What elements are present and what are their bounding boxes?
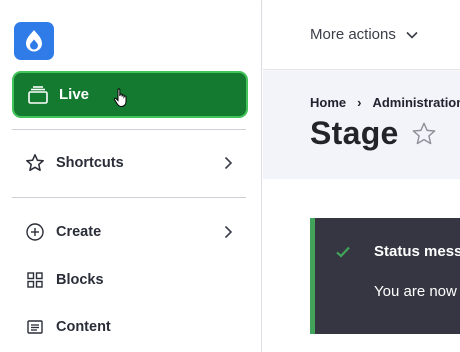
status-message-body: You are now viewing Stage bbox=[374, 283, 460, 300]
sidebar-divider bbox=[12, 129, 246, 130]
status-message: Status message You are now viewing Stage bbox=[310, 218, 460, 334]
star-icon bbox=[24, 152, 46, 174]
chevron-right-icon bbox=[224, 225, 233, 239]
sidebar-item-create[interactable]: Create bbox=[24, 217, 246, 247]
blocks-grid-icon bbox=[24, 269, 46, 291]
content-list-icon bbox=[24, 316, 46, 338]
plus-circle-icon bbox=[24, 221, 46, 243]
hand-cursor-icon bbox=[113, 88, 127, 108]
page-header: Home › Administration Stage bbox=[263, 71, 460, 179]
breadcrumb: Home › Administration bbox=[310, 95, 460, 110]
top-bar: More actions bbox=[263, 0, 460, 70]
breadcrumb-link-administration[interactable]: Administration bbox=[372, 95, 460, 110]
workspace-label: Live bbox=[59, 86, 90, 103]
sidebar-item-content[interactable]: Content bbox=[24, 312, 246, 342]
sidebar-item-blocks[interactable]: Blocks bbox=[24, 265, 246, 295]
more-actions-label: More actions bbox=[310, 26, 396, 43]
admin-sidebar: Live Shortcuts Create Blocks Content bbox=[0, 0, 262, 352]
checkmark-icon bbox=[336, 246, 350, 258]
sidebar-item-shortcuts[interactable]: Shortcuts bbox=[24, 148, 246, 178]
sidebar-item-label: Content bbox=[56, 319, 111, 335]
breadcrumb-link-home[interactable]: Home bbox=[310, 95, 346, 110]
chevron-right-icon bbox=[224, 156, 233, 170]
workspace-icon bbox=[27, 85, 49, 105]
sidebar-item-label: Create bbox=[56, 224, 102, 240]
page-title: Stage bbox=[310, 115, 399, 151]
star-icon[interactable] bbox=[411, 121, 437, 147]
main-content: More actions Home › Administration Stage… bbox=[263, 0, 460, 352]
sidebar-divider bbox=[12, 197, 246, 198]
sidebar-item-label: Shortcuts bbox=[56, 155, 124, 171]
sidebar-item-label: Blocks bbox=[56, 272, 104, 288]
chevron-down-icon bbox=[406, 31, 418, 39]
breadcrumb-separator: › bbox=[357, 95, 362, 110]
workspace-live-button[interactable]: Live bbox=[12, 71, 248, 118]
page-title-row: Stage bbox=[310, 115, 437, 152]
status-message-title: Status message bbox=[374, 243, 460, 260]
drupal-logo-icon[interactable] bbox=[14, 22, 54, 60]
more-actions-button[interactable]: More actions bbox=[310, 26, 419, 43]
